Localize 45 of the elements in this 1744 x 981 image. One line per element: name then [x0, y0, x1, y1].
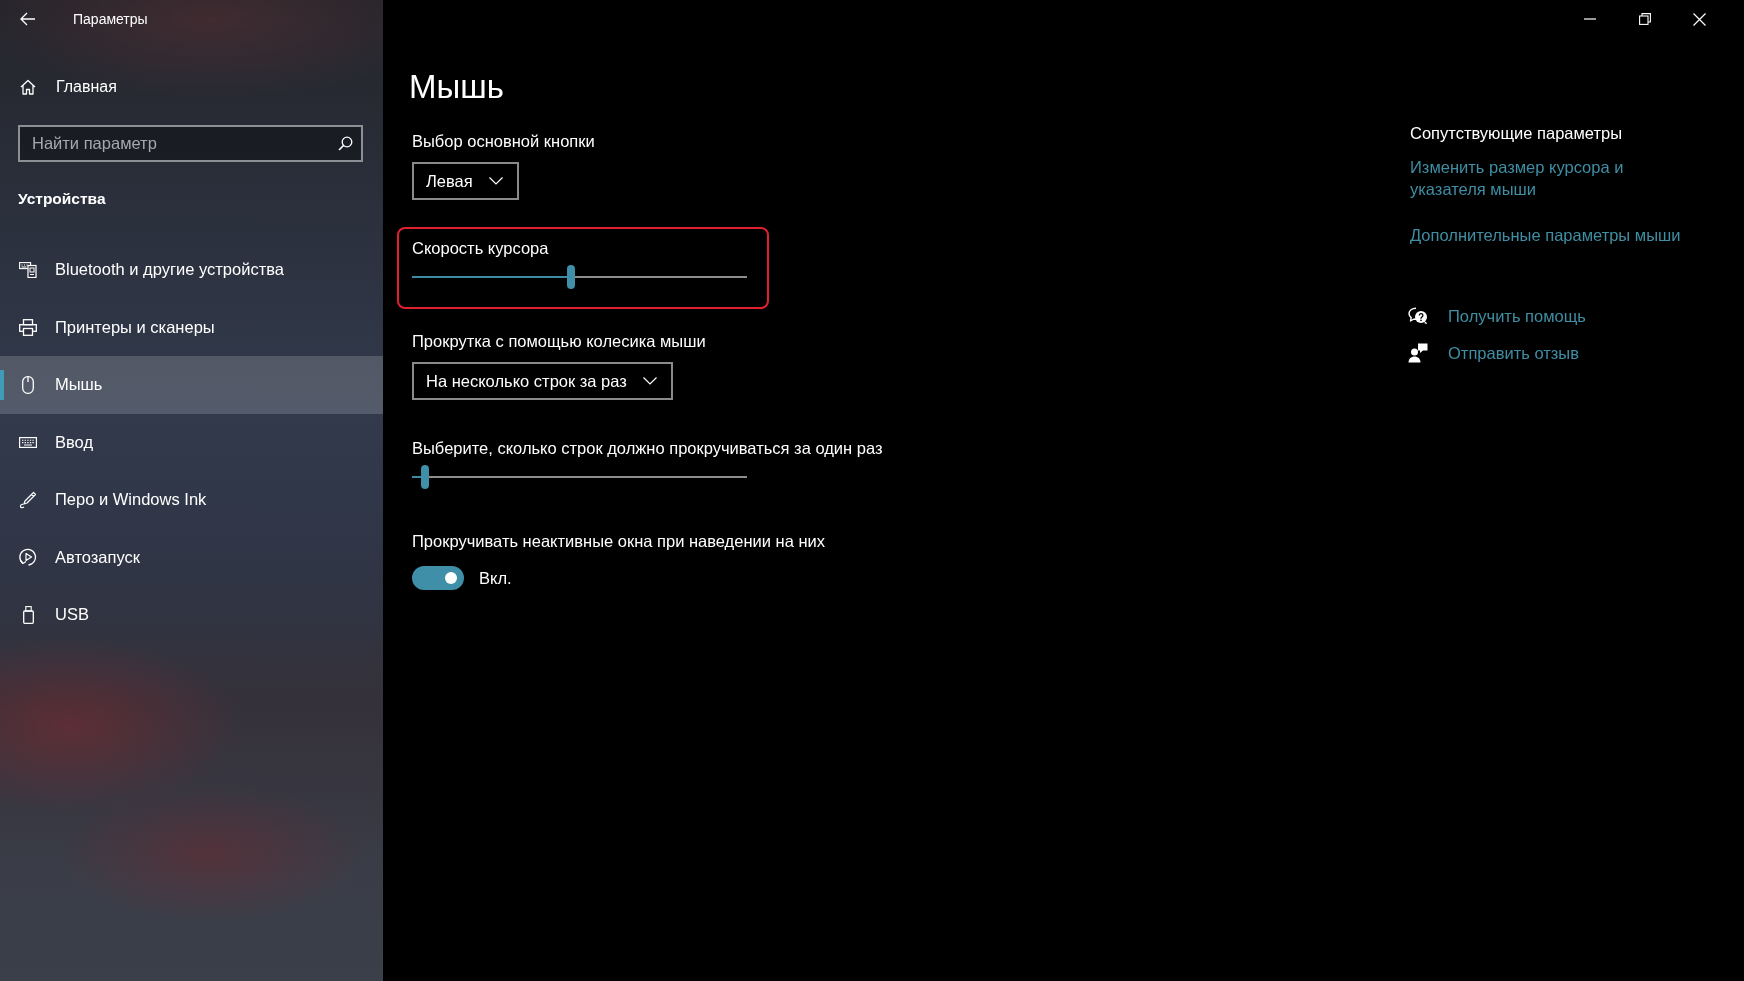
play-circle-icon	[19, 548, 37, 567]
setting-label: Скорость курсора	[412, 238, 549, 259]
person-bubble-icon	[1408, 343, 1428, 363]
nav-item[interactable]: Принтеры и сканеры	[0, 298, 383, 356]
dropdown[interactable]: На несколько строк за раз	[412, 362, 673, 400]
section-heading: Устройства	[18, 189, 106, 209]
restore-icon	[1638, 13, 1651, 25]
search-field[interactable]: Найти параметр	[18, 125, 363, 162]
link[interactable]: Изменить размер курсора и указателя мыши	[1410, 156, 1698, 200]
page-title: Мышь	[409, 67, 504, 107]
close-icon	[1693, 12, 1706, 26]
nav-item[interactable]: Ввод	[0, 413, 383, 471]
toggle-switch[interactable]	[412, 566, 464, 590]
printer-icon	[19, 318, 37, 336]
toggle-state-label: Вкл.	[479, 568, 512, 588]
nav-item[interactable]: USB	[0, 586, 383, 644]
setting-label: Выберите, сколько строк должно прокручиваться за один раз	[412, 438, 883, 459]
nav-item[interactable]: Мышь	[0, 356, 383, 414]
dropdown[interactable]: Левая	[412, 162, 519, 200]
home-icon	[20, 79, 36, 95]
link[interactable]: Дополнительные параметры мыши	[1410, 224, 1681, 246]
setting-label: Выбор основной кнопки	[412, 131, 595, 152]
usb-drive-icon	[22, 605, 34, 624]
slider-thumb[interactable]	[421, 465, 430, 489]
pen-icon	[19, 490, 37, 509]
nav-item[interactable]: Перо и Windows Ink	[0, 471, 383, 529]
keyboard-icon	[19, 436, 37, 448]
link[interactable]: Получить помощь	[1448, 306, 1586, 326]
keyboard-phone-icon	[19, 261, 37, 278]
related-settings-heading: Сопутствующие параметры	[1410, 123, 1623, 144]
nav-item[interactable]: Автозапуск	[0, 528, 383, 586]
mouse-icon	[22, 375, 34, 394]
chevron-down-icon	[488, 177, 503, 185]
search-icon	[338, 136, 353, 151]
home-link[interactable]: Главная	[0, 65, 125, 109]
arrow-left-icon	[19, 12, 36, 26]
link[interactable]: Отправить отзыв	[1448, 343, 1579, 363]
nav-item[interactable]: Bluetooth и другие устройства	[0, 241, 383, 299]
minimize-icon	[1583, 18, 1596, 20]
chevron-down-icon	[642, 377, 657, 385]
slider-thumb[interactable]	[567, 265, 576, 289]
window-title: Параметры	[73, 11, 148, 27]
setting-label: Прокручивать неактивные окна при наведении на них	[412, 531, 825, 552]
chat-bubbles-icon	[1408, 307, 1428, 325]
setting-label: Прокрутка с помощью колесика мыши	[412, 331, 706, 352]
